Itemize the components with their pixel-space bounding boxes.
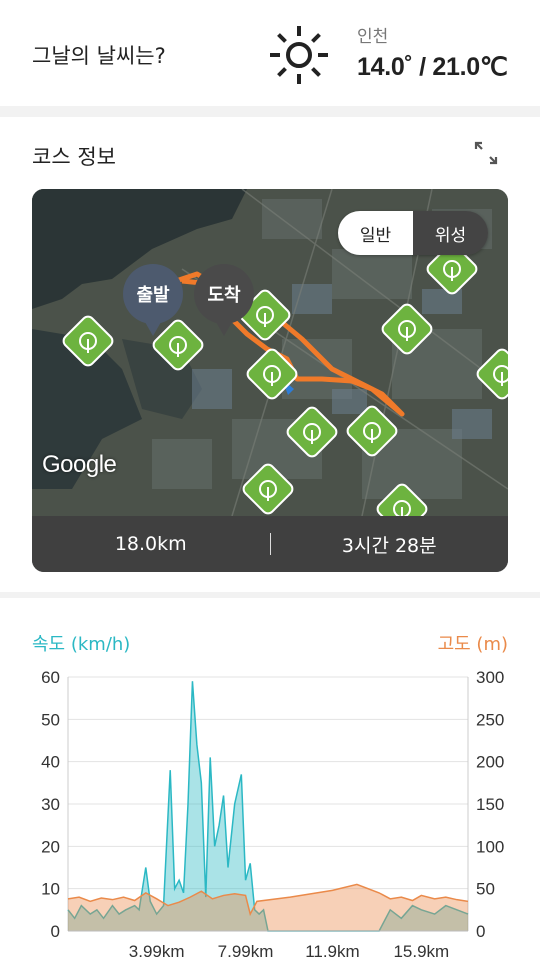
map-type-toggle[interactable]: 일반 위성 [338, 211, 488, 255]
x-tick-label: 7.99km [218, 942, 274, 961]
y-right-tick-label: 300 [476, 668, 504, 687]
y-left-tick-label: 20 [41, 837, 60, 856]
y-right-tick-label: 200 [476, 753, 504, 772]
speed-line [67, 681, 469, 932]
expand-icon[interactable] [470, 137, 502, 169]
weather-card: 그날의 날씨는? 인천 14.0˚ / 21.0℃ [0, 0, 540, 106]
x-tick-label: 11.9km [305, 942, 360, 961]
course-title: 코스 정보 [32, 145, 116, 169]
speed-elevation-chart[interactable]: 0 10 20 30 40 50 60 0 50 100 150 200 250 300 3.99km 7.9… [0, 598, 540, 977]
google-attribution: Google [42, 451, 117, 478]
end-marker[interactable]: 도착 [194, 264, 254, 336]
y-left-tick-label: 30 [41, 795, 60, 814]
y-left-tick-label: 10 [41, 880, 60, 899]
y-right-tick-label: 100 [476, 837, 504, 856]
map-type-satellite-button[interactable]: 위성 [413, 211, 488, 255]
end-marker-label: 도착 [207, 285, 241, 306]
course-summary-bar: 18.0km 3시간 28분 [32, 516, 508, 572]
course-distance: 18.0km [114, 533, 187, 555]
y-left-tick-label: 50 [41, 710, 60, 729]
x-tick-label: 15.9km [393, 942, 449, 961]
speed-area [68, 681, 468, 931]
y-right-tick-label: 150 [476, 795, 504, 814]
y-left-tick-label: 60 [41, 668, 60, 687]
y-right-tick-label: 0 [476, 922, 485, 941]
course-duration: 3시간 28분 [341, 534, 437, 557]
elevation-area [68, 884, 468, 931]
course-card: 코스 정보 출발 도착 일반 위성 Google 18.0km 3시간 28분 [0, 117, 540, 592]
weather-question: 그날의 날씨는? [32, 44, 166, 68]
sun-icon [270, 26, 328, 84]
start-marker[interactable]: 출발 [123, 264, 183, 336]
y-right-tick-label: 250 [476, 710, 504, 729]
course-map[interactable]: 출발 도착 일반 위성 Google 18.0km 3시간 28분 [32, 189, 508, 572]
map-type-normal-button[interactable]: 일반 [338, 211, 413, 255]
y-left-tick-label: 40 [41, 753, 60, 772]
y-left-tick-label: 0 [51, 922, 60, 941]
speed-elevation-chart-card: 속도 (km/h) 고도 (m) 0 10 20 30 40 50 60 0 50 100 150 2… [0, 598, 540, 977]
weather-city: 인천 [357, 27, 389, 47]
y-right-tick-label: 50 [476, 880, 495, 899]
x-tick-label: 3.99km [129, 942, 185, 961]
start-marker-label: 출발 [136, 285, 170, 306]
weather-temperature: 14.0˚ / 21.0℃ [357, 53, 508, 81]
